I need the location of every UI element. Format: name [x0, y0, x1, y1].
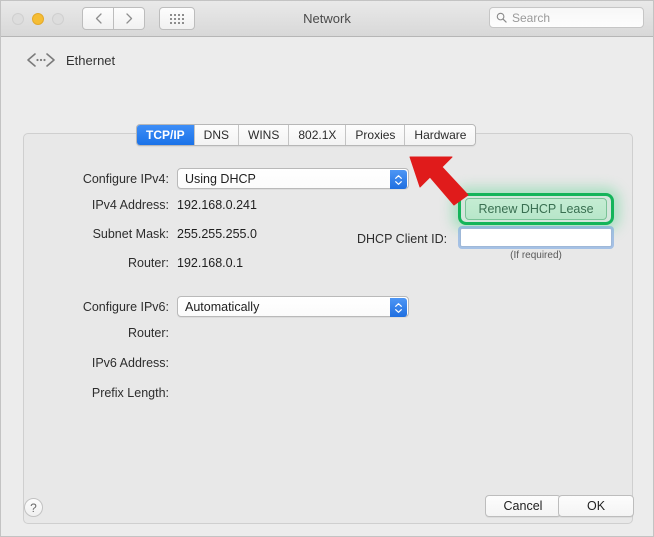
tab-tcpip[interactable]: TCP/IP	[137, 125, 194, 145]
help-button[interactable]: ?	[24, 498, 43, 517]
ethernet-icon	[27, 53, 55, 67]
tab-proxies[interactable]: Proxies	[345, 125, 405, 145]
dhcp-client-id-input[interactable]	[460, 228, 612, 247]
tcpip-panel: Configure IPv4: Using DHCP IPv4 Address:…	[23, 133, 633, 524]
chevron-up-icon	[395, 174, 402, 179]
ipv4-router-value: 192.168.0.1	[177, 256, 244, 270]
window-content: Ethernet TCP/IP DNS WINS 802.1X Proxies …	[1, 37, 653, 536]
ipv6-address-label: IPv6 Address:	[91, 356, 169, 370]
prefix-length-label: Prefix Length:	[91, 386, 169, 400]
chevron-down-icon	[395, 180, 402, 185]
renew-dhcp-lease-button[interactable]: Renew DHCP Lease	[465, 198, 607, 220]
configure-ipv4-value: Using DHCP	[185, 171, 256, 186]
forward-button[interactable]	[114, 7, 145, 30]
dhcp-client-id-label: DHCP Client ID:	[357, 232, 448, 246]
minimize-button[interactable]	[32, 12, 44, 25]
ipv6-router-row: Router:	[60, 326, 177, 340]
back-button[interactable]	[82, 7, 114, 30]
ipv4-address-label: IPv4 Address:	[91, 198, 169, 212]
chevron-down-icon	[395, 308, 402, 313]
interface-name: Ethernet	[66, 52, 116, 68]
maximize-button[interactable]	[52, 12, 64, 25]
chevron-left-icon	[95, 13, 102, 24]
show-all-button[interactable]	[159, 7, 195, 30]
ipv4-router-row: Router: 192.168.0.1	[60, 256, 243, 270]
configure-ipv6-stepper[interactable]	[390, 298, 407, 317]
configure-ipv4-stepper[interactable]	[390, 170, 407, 189]
configure-ipv4-row: Configure IPv4: Using DHCP	[60, 168, 409, 189]
interface-header: Ethernet	[1, 37, 653, 69]
dhcp-client-id-hint: (If required)	[510, 250, 562, 261]
subnet-mask-label: Subnet Mask:	[92, 227, 169, 241]
dialog-footer: ? Cancel OK	[1, 488, 653, 536]
subnet-mask-value: 255.255.255.0	[177, 227, 257, 241]
configure-ipv4-label: Configure IPv4:	[82, 171, 169, 186]
subnet-mask-row: Subnet Mask: 255.255.255.0	[60, 227, 257, 241]
configure-ipv6-row: Configure IPv6: Automatically	[60, 296, 409, 317]
tab-8021x[interactable]: 802.1X	[288, 125, 346, 145]
ok-button[interactable]: OK	[558, 495, 634, 517]
search-placeholder: Search	[512, 10, 551, 25]
prefix-length-row: Prefix Length:	[60, 386, 177, 400]
tab-dns[interactable]: DNS	[193, 125, 239, 145]
configure-ipv4-select[interactable]: Using DHCP	[177, 168, 409, 189]
configure-ipv6-label: Configure IPv6:	[82, 299, 169, 314]
ipv4-address-value: 192.168.0.241	[177, 198, 257, 212]
chevron-right-icon	[125, 13, 132, 24]
search-icon	[496, 12, 507, 23]
tab-bar: TCP/IP DNS WINS 802.1X Proxies Hardware	[136, 124, 477, 146]
configure-ipv6-select[interactable]: Automatically	[177, 296, 409, 317]
traffic-lights	[12, 12, 64, 25]
ipv6-router-label: Router:	[128, 326, 169, 340]
tcpip-form: Configure IPv4: Using DHCP IPv4 Address:…	[24, 134, 632, 523]
tab-wins[interactable]: WINS	[238, 125, 289, 145]
tab-hardware[interactable]: Hardware	[404, 125, 476, 145]
network-preferences-window: Network Search Ethernet TCP/IP DNS WINS …	[0, 0, 654, 537]
grid-icon	[170, 13, 184, 24]
close-button[interactable]	[12, 12, 24, 25]
ipv6-address-row: IPv6 Address:	[60, 356, 177, 370]
configure-ipv6-value: Automatically	[185, 299, 260, 314]
navigation-buttons	[82, 7, 145, 30]
search-field[interactable]: Search	[489, 7, 644, 28]
window-titlebar: Network Search	[1, 1, 653, 37]
ipv4-address-row: IPv4 Address: 192.168.0.241	[60, 198, 257, 212]
chevron-up-icon	[395, 302, 402, 307]
ipv4-router-label: Router:	[128, 256, 169, 270]
cancel-button[interactable]: Cancel	[485, 495, 561, 517]
